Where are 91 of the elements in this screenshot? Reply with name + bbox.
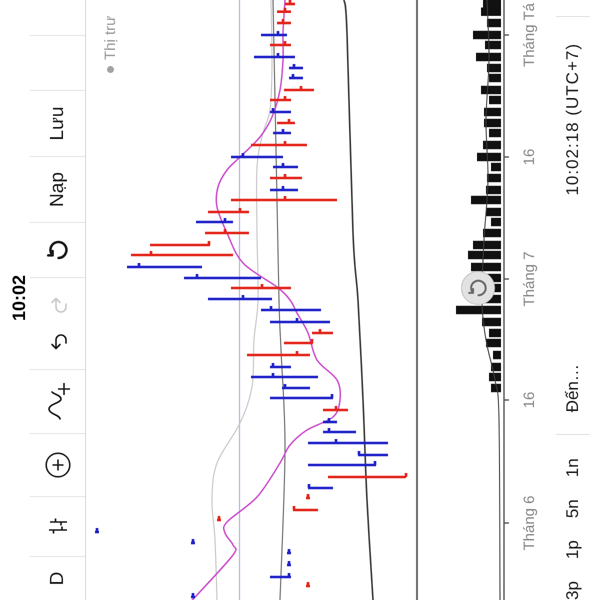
- save-button[interactable]: Lưu: [44, 104, 72, 142]
- price-bar: [150, 241, 210, 246]
- volume-bar: [489, 372, 501, 382]
- price-bar: [284, 339, 314, 344]
- price-bar: [270, 363, 291, 368]
- price-bar: [261, 31, 287, 36]
- price-bar: [217, 516, 221, 522]
- price-bar: [191, 593, 195, 596]
- status-dot-icon: [107, 66, 114, 73]
- price-bar: [323, 406, 348, 412]
- price-bar: [247, 351, 310, 356]
- price-bar: [191, 539, 195, 544]
- price-bar: [208, 208, 249, 214]
- range-button[interactable]: 3p: [558, 570, 586, 600]
- time-axis-label: Tháng 6: [521, 495, 538, 551]
- volume-bar: [456, 306, 501, 314]
- volume-bar: [483, 0, 501, 8]
- status-time: 10:02: [8, 274, 28, 322]
- plus-circle-icon: [44, 452, 70, 478]
- volume-bar: [484, 108, 501, 116]
- price-bar: [231, 284, 291, 290]
- price-bar: [270, 318, 330, 324]
- volume-bar: [483, 228, 501, 238]
- load-button[interactable]: Nạp: [44, 170, 72, 209]
- price-bar: [285, 0, 295, 6]
- circular-arrow-icon: [46, 239, 68, 261]
- price-bar: [231, 153, 283, 158]
- timezone-button[interactable]: 10:02:18 (UTC+7): [558, 43, 586, 196]
- circular-arrow-icon: [468, 278, 488, 298]
- price-bar: [308, 484, 333, 490]
- volume-bar: [483, 140, 501, 150]
- price-bar: [270, 41, 291, 46]
- price-bar: [251, 373, 318, 378]
- price-bar: [270, 96, 291, 102]
- price-bar: [261, 306, 321, 312]
- time-axis-label: 16: [521, 148, 538, 166]
- price-bar: [205, 229, 249, 234]
- price-bar: [323, 428, 356, 434]
- price-bar: [270, 186, 298, 192]
- price-bar: [282, 384, 310, 390]
- price-bar: [308, 461, 376, 466]
- volume-bar: [471, 262, 501, 272]
- volume-bar: [487, 18, 501, 28]
- volume-bar: [493, 350, 501, 360]
- volume-bar: [481, 8, 501, 16]
- volume-bar: [468, 250, 501, 260]
- time-axis-label: Tháng Tá: [521, 3, 538, 67]
- volume-bar: [484, 118, 501, 128]
- price-bar: [270, 108, 291, 114]
- volume-bar: [482, 318, 501, 326]
- volume-bar: [489, 128, 501, 138]
- price-bar: [284, 86, 314, 92]
- range-button[interactable]: 5n: [558, 488, 586, 530]
- price-bar: [287, 561, 291, 566]
- volume-bar: [489, 328, 501, 338]
- price-bar: [270, 573, 291, 578]
- range-button[interactable]: 1n: [558, 447, 586, 488]
- volume-bar: [476, 52, 501, 62]
- price-bar: [323, 418, 337, 424]
- price-bar: [292, 506, 318, 512]
- price-bar: [273, 163, 298, 168]
- go-to-date-button[interactable]: Đến…: [558, 364, 586, 412]
- volume-bar: [473, 240, 501, 250]
- legend-label: Thị trư: [102, 16, 119, 60]
- time-axis-label: Tháng 7: [521, 251, 538, 307]
- price-bar: [289, 64, 303, 70]
- price-bar: [312, 329, 333, 334]
- price-bar: [358, 451, 388, 456]
- time-axis-label: 16: [521, 392, 538, 408]
- volume-bar: [487, 64, 501, 72]
- volume-bar: [487, 174, 501, 182]
- range-button[interactable]: 1p: [558, 529, 586, 570]
- price-bar: [273, 129, 291, 134]
- price-bar: [306, 494, 310, 500]
- price-bar: [277, 8, 291, 13]
- volume-bar: [486, 338, 501, 348]
- volume-bar: [489, 74, 501, 82]
- reset-view-button[interactable]: [461, 271, 495, 305]
- price-bar: [270, 394, 334, 400]
- price-bar: [287, 549, 291, 554]
- price-bar: [208, 295, 272, 300]
- price-bar: [277, 19, 291, 24]
- price-bar: [277, 119, 295, 124]
- price-bar: [270, 174, 302, 180]
- price-bar: [289, 74, 303, 80]
- price-bar: [254, 53, 295, 58]
- price-bar: [196, 218, 233, 224]
- price-bar: [95, 528, 99, 534]
- price-bar: [251, 141, 307, 146]
- interval-button[interactable]: D: [44, 570, 72, 588]
- price-bar: [306, 582, 310, 588]
